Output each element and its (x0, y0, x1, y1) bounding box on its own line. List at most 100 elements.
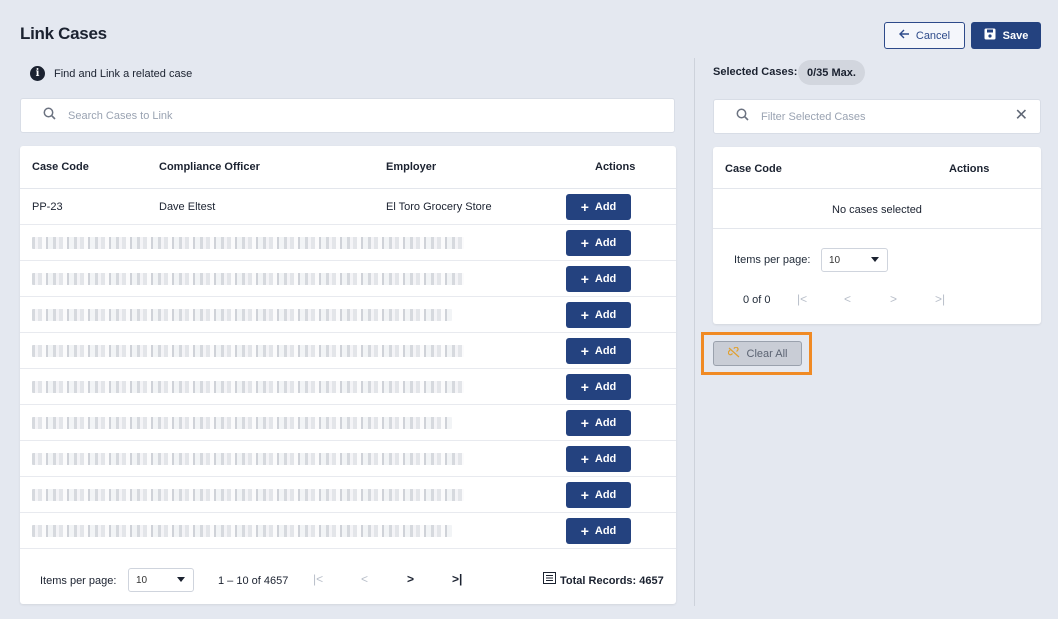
selected-cases-label: Selected Cases: (713, 66, 798, 78)
table-row: + Add (20, 333, 676, 369)
table-row: + Add (20, 369, 676, 405)
redacted-row-content (32, 273, 464, 285)
list-icon (543, 572, 556, 587)
items-per-page-select[interactable]: 10 (128, 568, 194, 592)
plus-icon: + (580, 451, 589, 467)
save-label: Save (1002, 29, 1029, 42)
redacted-row-content (32, 489, 464, 501)
cancel-button[interactable]: Cancel (884, 22, 965, 49)
filter-selected-input[interactable] (761, 110, 991, 123)
add-button[interactable]: + Add (566, 266, 631, 292)
next-page-icon[interactable]: > (407, 572, 414, 586)
table-row: + Add (20, 513, 676, 549)
prev-page-icon[interactable]: < (844, 292, 851, 306)
page-range: 1 – 10 of 4657 (218, 575, 289, 587)
table-row: + Add (20, 405, 676, 441)
items-per-page-value: 10 (136, 574, 148, 586)
info-line: i Find and Link a related case (30, 66, 192, 81)
last-page-icon[interactable]: >| (935, 292, 945, 306)
selected-cases-table: Case Code Actions No cases selected Item… (713, 147, 1041, 324)
items-per-page-select[interactable]: 10 (821, 248, 888, 272)
plus-icon: + (580, 523, 589, 539)
first-page-icon[interactable]: |< (797, 292, 807, 306)
arrow-left-icon (898, 29, 910, 42)
add-button[interactable]: + Add (566, 230, 631, 256)
clear-all-button[interactable]: Clear All (713, 341, 802, 366)
items-per-page-label: Items per page: (40, 575, 117, 587)
redacted-row-content (32, 309, 452, 321)
filter-selected-box[interactable]: ✕ (713, 99, 1041, 134)
info-icon: i (30, 66, 45, 81)
redacted-row-content (32, 417, 452, 429)
redacted-row-content (32, 237, 464, 249)
table-pagination: Items per page: 10 1 – 10 of 4657 |< < >… (20, 558, 676, 604)
panel-divider (694, 58, 695, 606)
table-header: Case Code Compliance Officer Employer Ac… (20, 146, 676, 189)
add-label: Add (594, 489, 617, 501)
add-button[interactable]: + Add (566, 374, 631, 400)
search-icon (736, 108, 749, 126)
add-label: Add (594, 237, 617, 249)
empty-message: No cases selected (713, 189, 1041, 229)
plus-icon: + (580, 487, 589, 503)
save-button[interactable]: Save (971, 22, 1041, 49)
search-input[interactable] (68, 109, 468, 122)
col-actions: Actions (949, 163, 990, 175)
add-label: Add (594, 345, 617, 357)
table-row: + Add (20, 441, 676, 477)
selected-table-header: Case Code Actions (713, 147, 1041, 189)
floppy-disk-icon (984, 28, 996, 43)
redacted-row-content (32, 525, 452, 537)
table-row: PP-23 Dave Eltest El Toro Grocery Store + Ad… (20, 189, 676, 225)
employer-cell: El Toro Grocery Store (386, 201, 492, 213)
case-code-cell: PP-23 (32, 201, 63, 213)
prev-page-icon[interactable]: < (361, 572, 368, 586)
add-button[interactable]: + Add (566, 446, 631, 472)
plus-icon: + (580, 307, 589, 323)
search-icon (43, 107, 56, 125)
cases-table: Case Code Compliance Officer Employer Ac… (20, 146, 676, 604)
col-case-code: Case Code (32, 161, 89, 173)
plus-icon: + (580, 343, 589, 359)
page-range: 0 of 0 (743, 294, 771, 306)
add-button[interactable]: + Add (566, 338, 631, 364)
next-page-icon[interactable]: > (890, 292, 897, 306)
add-button[interactable]: + Add (566, 302, 631, 328)
items-per-page-label: Items per page: (734, 254, 811, 266)
add-label: Add (594, 417, 617, 429)
close-icon[interactable]: ✕ (1015, 108, 1028, 124)
col-case-code: Case Code (725, 163, 782, 175)
plus-icon: + (580, 271, 589, 287)
plus-icon: + (580, 379, 589, 395)
redacted-row-content (32, 345, 464, 357)
cancel-label: Cancel (915, 29, 951, 42)
add-label: Add (594, 453, 617, 465)
first-page-icon[interactable]: |< (313, 572, 323, 586)
add-label: Add (594, 309, 617, 321)
clear-all-label: Clear All (746, 347, 788, 360)
add-button[interactable]: + Add (566, 194, 631, 220)
total-records: Total Records: 4657 (560, 575, 664, 587)
caret-down-icon (177, 577, 185, 582)
add-label: Add (594, 381, 617, 393)
caret-down-icon (871, 257, 879, 262)
table-row: + Add (20, 225, 676, 261)
table-row: + Add (20, 261, 676, 297)
add-label: Add (594, 273, 617, 285)
link-off-icon (727, 346, 741, 361)
plus-icon: + (580, 415, 589, 431)
redacted-row-content (32, 381, 464, 393)
redacted-row-content (32, 453, 464, 465)
add-button[interactable]: + Add (566, 410, 631, 436)
plus-icon: + (580, 235, 589, 251)
search-box[interactable] (20, 98, 675, 133)
add-label: Add (594, 525, 617, 537)
compliance-officer-cell: Dave Eltest (159, 201, 216, 213)
col-compliance-officer: Compliance Officer (159, 161, 260, 173)
last-page-icon[interactable]: >| (452, 572, 462, 586)
table-row: + Add (20, 477, 676, 513)
info-text: Find and Link a related case (54, 67, 193, 80)
add-button[interactable]: + Add (566, 518, 631, 544)
add-button[interactable]: + Add (566, 482, 631, 508)
highlight-box: Clear All (701, 332, 812, 375)
